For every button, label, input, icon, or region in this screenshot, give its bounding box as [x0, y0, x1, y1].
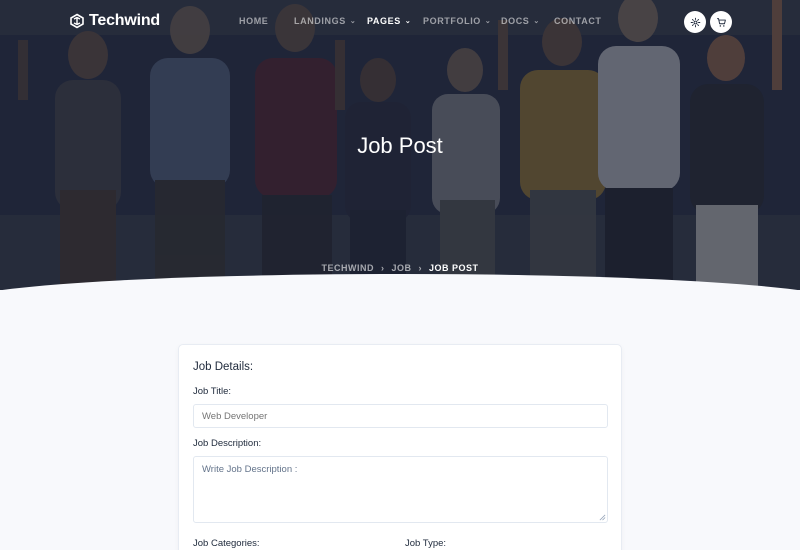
- settings-button[interactable]: [684, 11, 706, 33]
- nav-item-label: PAGES: [367, 16, 401, 26]
- main-nav: HOME LANDINGS ⌄ PAGES ⌄ PORTFOLIO ⌄ DOCS…: [0, 16, 800, 28]
- cart-button[interactable]: [710, 11, 732, 33]
- job-title-input[interactable]: [193, 404, 608, 428]
- chevron-down-icon: ⌄: [484, 17, 492, 25]
- breadcrumb-link-home[interactable]: TECHWIND: [321, 263, 374, 273]
- nav-item-label: CONTACT: [554, 16, 602, 26]
- nav-item-pages[interactable]: PAGES ⌄: [367, 16, 411, 26]
- job-description-label: Job Description:: [193, 438, 262, 449]
- nav-item-label: DOCS: [501, 16, 530, 26]
- resize-handle-icon[interactable]: [599, 514, 606, 521]
- chevron-right-icon: ›: [418, 263, 422, 273]
- nav-item-label: PORTFOLIO: [423, 16, 481, 26]
- nav-item-landings[interactable]: LANDINGS ⌄: [294, 16, 356, 26]
- job-details-card: Job Details: Job Title: Job Description:…: [178, 344, 622, 550]
- nav-item-portfolio[interactable]: PORTFOLIO ⌄: [423, 16, 491, 26]
- job-description-textarea[interactable]: Write Job Description :: [193, 456, 608, 523]
- job-categories-label: Job Categories:: [193, 538, 260, 549]
- textarea-placeholder: Write Job Description :: [202, 464, 298, 475]
- page-title: Job Post: [357, 133, 443, 158]
- hero-banner: Techwind HOME LANDINGS ⌄ PAGES ⌄ PORTFOL…: [0, 0, 800, 290]
- breadcrumb-link-job[interactable]: JOB: [391, 263, 411, 273]
- nav-item-label: LANDINGS: [294, 16, 346, 26]
- cart-icon: [716, 17, 726, 27]
- chevron-down-icon: ⌄: [404, 17, 412, 25]
- nav-item-label: HOME: [239, 16, 269, 26]
- nav-item-contact[interactable]: CONTACT: [554, 16, 602, 26]
- breadcrumb: TECHWIND › JOB › JOB POST: [0, 263, 800, 273]
- breadcrumb-current: JOB POST: [429, 263, 479, 273]
- gear-icon: [690, 17, 700, 27]
- nav-item-docs[interactable]: DOCS ⌄: [501, 16, 540, 26]
- chevron-right-icon: ›: [380, 263, 385, 273]
- form-heading: Job Details:: [193, 361, 254, 373]
- chevron-down-icon: ⌄: [349, 17, 357, 25]
- nav-item-home[interactable]: HOME: [239, 16, 268, 26]
- job-title-label: Job Title:: [193, 386, 232, 397]
- job-type-label: Job Type:: [405, 538, 447, 549]
- chevron-down-icon: ⌄: [533, 17, 540, 25]
